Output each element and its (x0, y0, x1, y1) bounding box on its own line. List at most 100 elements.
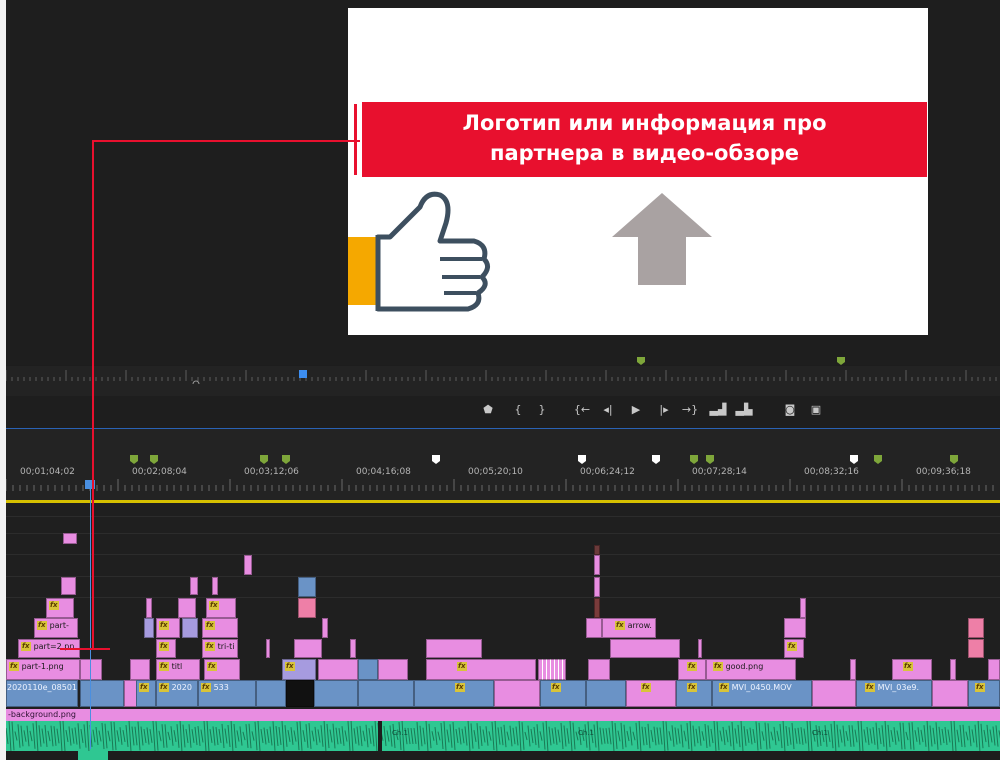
clip[interactable] (932, 680, 968, 707)
comparison-view-button[interactable]: ▣ (806, 400, 826, 420)
clip[interactable] (594, 577, 600, 597)
audio-clip[interactable] (78, 751, 108, 760)
clip[interactable] (266, 639, 270, 658)
marker-icon[interactable] (874, 455, 882, 465)
clip[interactable]: fx (678, 659, 706, 680)
mark-in-button[interactable]: { (508, 400, 528, 420)
clip[interactable] (130, 659, 150, 680)
clip[interactable]: fx good.png (706, 659, 796, 680)
marker-icon[interactable] (260, 455, 268, 465)
clip[interactable] (588, 659, 610, 680)
marker-icon[interactable] (950, 455, 958, 465)
clip[interactable]: fx part- (34, 618, 78, 638)
clip[interactable]: 2020110e_085011. (6, 680, 78, 707)
clip[interactable] (294, 639, 322, 658)
export-frame-button[interactable]: ◙ (780, 400, 800, 420)
clip[interactable]: fx (46, 598, 74, 618)
clip[interactable] (968, 618, 984, 638)
clip[interactable]: fx (156, 618, 180, 638)
marker-icon[interactable] (130, 455, 138, 465)
clip[interactable] (182, 618, 198, 638)
clip[interactable] (212, 577, 218, 595)
clip[interactable] (698, 639, 702, 658)
clip[interactable] (350, 639, 356, 658)
clip[interactable] (538, 659, 566, 680)
marker-icon[interactable] (690, 455, 698, 465)
clip[interactable]: fx (892, 659, 932, 680)
clip[interactable]: fx (136, 680, 156, 707)
clip[interactable] (494, 680, 540, 707)
clip[interactable]: fx (282, 659, 316, 680)
clip[interactable] (298, 598, 316, 618)
marker-icon[interactable] (150, 455, 158, 465)
clip[interactable]: fx (626, 680, 676, 707)
marker-icon[interactable] (636, 356, 646, 366)
marker-icon[interactable] (850, 455, 858, 465)
clip[interactable]: fx titl (156, 659, 200, 680)
clip[interactable] (950, 659, 956, 680)
clip[interactable] (610, 639, 680, 658)
marker-icon[interactable] (836, 356, 846, 366)
clip[interactable]: fx (414, 680, 494, 707)
clip[interactable]: fx (540, 680, 586, 707)
clip[interactable] (358, 659, 378, 680)
clip[interactable] (61, 577, 76, 595)
clip[interactable] (146, 598, 152, 618)
clip[interactable] (850, 659, 856, 680)
clip[interactable]: fx (676, 680, 712, 707)
clip[interactable] (80, 659, 102, 680)
go-to-out-button[interactable]: →} (680, 400, 700, 420)
clip[interactable]: fx (204, 659, 240, 680)
marker-icon[interactable] (706, 455, 714, 465)
clip[interactable] (426, 639, 482, 658)
video-tracks[interactable]: fx fx part- fx part=2.pn fx part-1.png 2020… (6, 503, 1000, 711)
monitor-ruler[interactable] (6, 370, 1000, 384)
clip[interactable] (358, 680, 414, 707)
clip[interactable] (318, 659, 358, 680)
clip[interactable]: fx (206, 598, 236, 618)
play-button[interactable]: ▶ (626, 400, 646, 420)
clip[interactable]: fx (784, 639, 804, 658)
clip[interactable] (594, 545, 600, 555)
add-marker-button[interactable]: ⬟ (478, 400, 498, 420)
clip[interactable]: fx (968, 680, 1000, 707)
lift-button[interactable]: ▃▟ (708, 400, 728, 420)
clip[interactable] (144, 618, 154, 638)
marker-icon[interactable] (652, 455, 660, 465)
playhead[interactable] (90, 489, 91, 749)
clip[interactable] (63, 533, 77, 544)
clip[interactable]: fx arrow. (602, 618, 656, 638)
clip[interactable] (244, 555, 252, 575)
clip[interactable]: fx 2020 (156, 680, 198, 707)
extract-button[interactable]: ▃▙ (734, 400, 754, 420)
clip[interactable] (80, 680, 124, 707)
go-to-in-button[interactable]: {← (572, 400, 592, 420)
clip[interactable] (322, 618, 328, 638)
clip[interactable] (314, 680, 358, 707)
clip[interactable] (586, 618, 602, 638)
step-back-button[interactable]: ◂| (598, 400, 618, 420)
clip[interactable] (968, 639, 984, 658)
clip[interactable]: fx MVI_03e9. (856, 680, 932, 707)
clip[interactable]: fx (202, 618, 238, 638)
clip[interactable]: fx tri-ti (202, 639, 238, 658)
clip[interactable] (178, 598, 196, 618)
clip[interactable] (594, 555, 600, 575)
step-forward-button[interactable]: |▸ (654, 400, 674, 420)
clip[interactable] (298, 577, 316, 597)
marker-icon[interactable] (578, 455, 586, 465)
clip[interactable] (190, 577, 198, 595)
clip[interactable] (256, 680, 286, 707)
clip[interactable] (286, 680, 314, 707)
marker-icon[interactable] (282, 455, 290, 465)
clip[interactable] (812, 680, 856, 707)
background-clip[interactable]: -background.png (6, 709, 1000, 721)
marker-icon[interactable] (432, 455, 440, 465)
clip[interactable]: fx (156, 639, 176, 658)
clip[interactable] (378, 659, 408, 680)
clip[interactable]: fx 533 (198, 680, 256, 707)
clip[interactable]: fx part-1.png (6, 659, 80, 680)
clip[interactable] (586, 680, 626, 707)
clip[interactable] (594, 598, 600, 618)
clip[interactable] (988, 659, 1000, 680)
